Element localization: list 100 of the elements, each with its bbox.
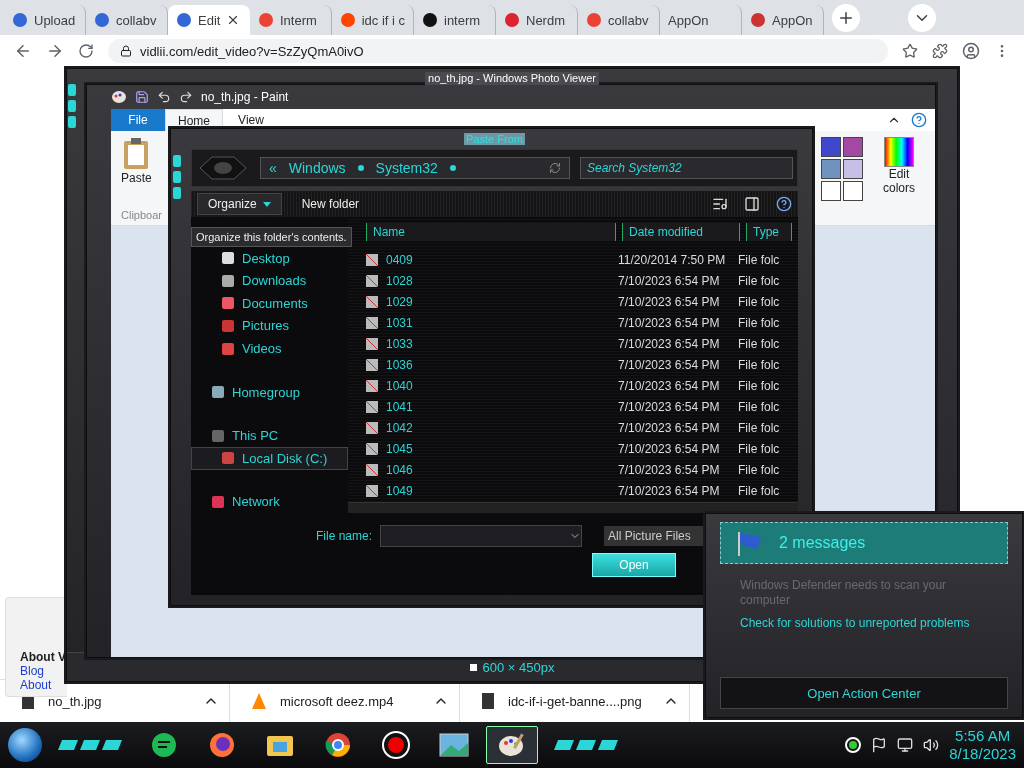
save-icon[interactable] [135,90,149,104]
color-swatch[interactable] [843,181,863,201]
tab-favicon-icon [422,12,438,28]
breadcrumb-item[interactable]: System32 [375,160,438,176]
folder-name[interactable]: 1042 [348,420,618,435]
browser-icon [324,731,352,759]
reload-icon[interactable] [78,43,94,59]
folder-name[interactable]: 1029 [348,294,618,309]
tab-favicon-icon [586,12,602,28]
back-icon[interactable] [14,42,32,60]
help-icon[interactable] [776,196,792,212]
redo-icon[interactable] [179,90,193,104]
undo-icon[interactable] [157,90,171,104]
color-swatch[interactable] [821,181,841,201]
forward-icon[interactable] [46,42,64,60]
help-icon[interactable] [911,112,927,128]
folder-name[interactable]: 1049 [348,483,618,498]
group-label: Clipboar [121,209,162,221]
folder-name[interactable]: 0409 [348,252,618,267]
profile-icon[interactable] [962,42,980,60]
scrollbar[interactable] [348,502,798,513]
nav-item[interactable]: Videos [191,337,348,360]
page-link[interactable]: Blog [20,664,45,678]
search-field[interactable]: Search System32 [580,157,793,179]
nav-item[interactable]: This PC [191,424,348,447]
extensions-icon[interactable] [932,43,948,59]
paste-label: Paste [121,171,152,185]
color-swatch[interactable] [843,159,863,179]
view-options-icon[interactable] [712,196,728,212]
browser-tab[interactable]: Edit [168,5,250,35]
nav-item[interactable]: Documents [191,292,348,315]
file-name-field[interactable] [380,525,583,547]
column-header[interactable]: Date modified [622,223,740,241]
address-bar[interactable]: vidlii.com/edit_video?v=SzZyQmA0ivO [108,39,888,63]
edit-colors-label: Edit colors [882,167,916,195]
square-icon [469,663,477,671]
breadcrumb-bar[interactable]: « Windows System32 [260,157,570,179]
nav-item[interactable]: Network [191,490,348,514]
cone-icon [252,693,266,709]
nav-item[interactable]: Local Disk (C:) [191,446,348,470]
clipboard-icon [122,137,151,169]
table-cell-text: 7/10/2023 6:54 PM [618,294,721,309]
nav-item[interactable]: Homegroup [191,380,348,404]
folder-name[interactable]: 1033 [348,336,618,351]
paste-button[interactable]: Paste [121,137,152,185]
folder-icon [366,379,378,392]
edit-colors-button[interactable]: Edit colors [871,137,927,221]
color-swatch[interactable] [843,137,863,157]
table-cell-text: File folc [738,252,781,267]
refresh-icon[interactable] [549,162,561,174]
folder-name[interactable]: 1040 [348,378,618,393]
back-chevron[interactable]: « [269,160,277,176]
place-icon [222,342,234,355]
column-header[interactable]: Type [746,223,792,241]
page-link[interactable]: About [20,678,52,692]
color-swatch[interactable] [821,137,841,157]
status-icon[interactable] [845,737,862,753]
start-button[interactable] [8,728,42,762]
color-swatch[interactable] [821,159,841,179]
chat-bubble-icon [150,731,178,759]
folder-name[interactable]: 1028 [348,273,618,288]
notification-link[interactable]: Check for solutions to unreported problems [720,616,1008,631]
plus-icon [837,9,855,27]
folder-name[interactable]: 1041 [348,399,618,414]
table-cell-text: File folc [738,378,781,393]
table-cell-text: 7/10/2023 6:54 PM [618,420,721,435]
ribbon-tab[interactable]: File [111,109,165,131]
place-icon [222,252,234,265]
nav-item[interactable]: Desktop [191,247,348,270]
new-folder-button[interactable]: New folder [295,196,366,212]
table-cell-text: 7/10/2023 6:54 PM [618,273,721,288]
tab-favicon-icon [258,12,274,28]
preview-pane-icon[interactable] [744,196,760,212]
folder-name[interactable]: 1036 [348,357,618,372]
clock-date[interactable]: 8/18/2023 [949,745,1016,763]
tab-favicon-icon [504,12,520,28]
place-icon [212,495,224,508]
open-action-center-button[interactable]: Open Action Center [720,677,1008,709]
folder-name[interactable]: 1045 [348,441,618,456]
lock-icon [120,45,132,57]
table-cell-text: 7/10/2023 6:54 PM [618,336,721,351]
folder-icon [366,484,378,497]
folder-name[interactable]: 1031 [348,315,618,330]
column-header[interactable]: Name [366,223,616,241]
new-tab-button[interactable] [832,4,860,32]
nav-item[interactable]: Pictures [191,314,348,338]
organize-button[interactable]: Organize [197,193,282,215]
nav-item[interactable]: Downloads [191,269,348,293]
breadcrumb-item[interactable]: Windows [288,160,346,176]
volume-icon[interactable] [923,737,940,753]
star-icon[interactable] [902,43,918,59]
window-title: no_th.jpg - Windows Photo Viewer [425,72,599,85]
flag-icon[interactable] [871,737,888,753]
network-icon[interactable] [897,737,914,753]
clock-time[interactable]: 5:56 AM [955,727,1011,745]
folder-name[interactable]: 1046 [348,462,618,477]
place-icon [212,429,224,442]
taskbar-app[interactable] [486,726,538,764]
tab-search-button[interactable] [908,4,936,32]
place-icon [222,274,234,287]
